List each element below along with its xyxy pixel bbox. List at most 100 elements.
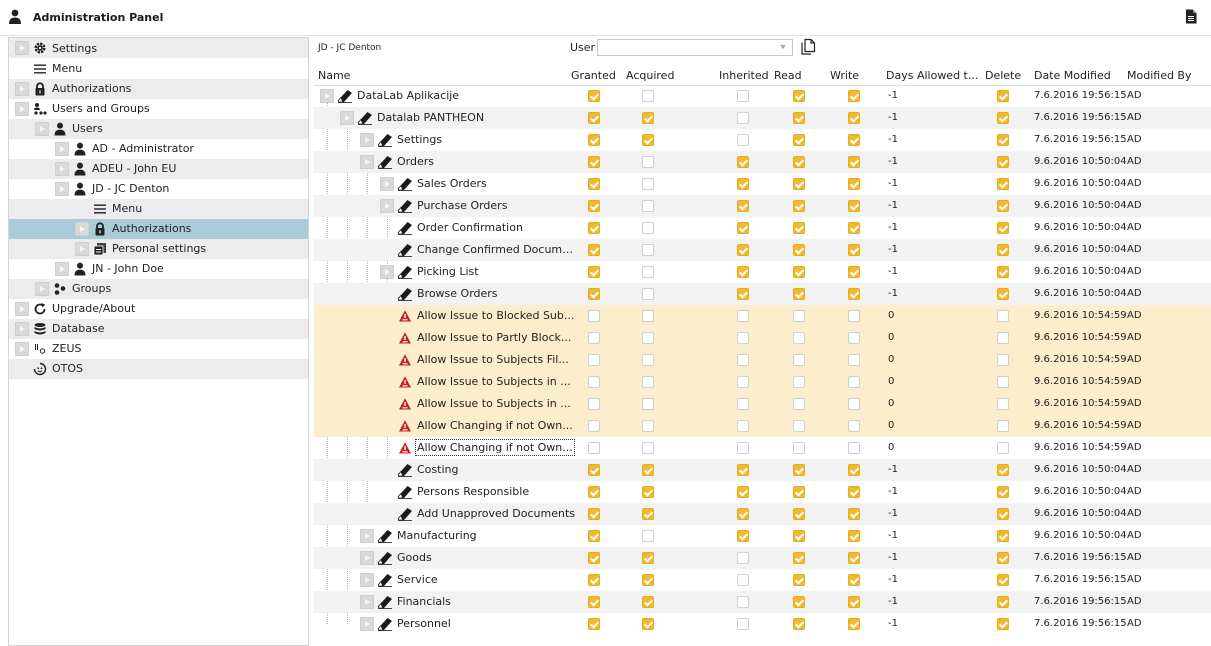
table-row[interactable]: Purchase Orders -1 9.6.2016 10:50:04 AD [314,195,1211,217]
acquired-checkbox[interactable] [642,354,654,366]
table-row[interactable]: Settings -1 7.6.2016 19:56:15 AD [314,129,1211,151]
expand-toggle-icon[interactable] [35,121,49,136]
expand-toggle-icon[interactable] [55,141,69,156]
column-header-days-allowed[interactable]: Days Allowed t... [886,69,978,82]
column-header-acquired[interactable]: Acquired [626,69,674,82]
delete-checkbox[interactable] [997,398,1009,410]
expand-toggle-icon[interactable] [15,81,29,96]
row-name[interactable]: Change Confirmed Docume... [417,243,575,256]
inherited-checkbox[interactable] [737,376,749,388]
inherited-checkbox[interactable] [737,156,749,168]
granted-checkbox[interactable] [588,442,600,454]
days-allowed-cell[interactable]: -1 [888,112,898,123]
row-name[interactable]: Service [397,573,438,586]
expand-toggle-icon[interactable] [15,321,29,336]
granted-checkbox[interactable] [588,332,600,344]
column-header-write[interactable]: Write [830,69,859,82]
expand-toggle-icon[interactable] [75,221,89,236]
granted-checkbox[interactable] [588,178,600,190]
read-checkbox[interactable] [793,552,805,564]
write-checkbox[interactable] [848,178,860,190]
write-checkbox[interactable] [848,442,860,454]
delete-checkbox[interactable] [997,618,1009,630]
read-checkbox[interactable] [793,530,805,542]
read-checkbox[interactable] [793,420,805,432]
expand-toggle-icon[interactable] [15,341,29,356]
granted-checkbox[interactable] [588,266,600,278]
table-row[interactable]: DataLab Aplikacije -1 7.6.2016 19:56:15 AD [314,85,1211,107]
tree-node[interactable]: Menu [9,59,308,79]
expand-toggle-icon[interactable] [380,199,394,213]
table-row[interactable]: Costing -1 9.6.2016 10:50:04 AD [314,459,1211,481]
granted-checkbox[interactable] [588,574,600,586]
tree-node[interactable]: AD - Administrator [9,139,308,159]
table-row[interactable]: Allow Issue to Blocked Sub... 0 9.6.2016 1… [314,305,1211,327]
table-row[interactable]: Personnel -1 7.6.2016 19:56:15 AD [314,613,1211,635]
expand-toggle-icon[interactable] [15,41,29,55]
delete-checkbox[interactable] [997,178,1009,190]
acquired-checkbox[interactable] [642,552,654,564]
acquired-checkbox[interactable] [642,244,654,256]
acquired-checkbox[interactable] [642,442,654,454]
row-name[interactable]: Orders [397,155,434,168]
granted-checkbox[interactable] [588,486,600,498]
inherited-checkbox[interactable] [737,90,749,102]
write-checkbox[interactable] [848,156,860,168]
granted-checkbox[interactable] [588,420,600,432]
column-header-modified-by[interactable]: Modified By [1127,69,1192,82]
row-name[interactable]: Personnel [397,617,451,630]
granted-checkbox[interactable] [588,618,600,630]
table-row[interactable]: Allow Issue to Subjects in ... 0 9.6.2016 … [314,393,1211,415]
delete-checkbox[interactable] [997,574,1009,586]
days-allowed-cell[interactable]: 0 [888,420,894,431]
column-header-delete[interactable]: Delete [985,69,1021,82]
acquired-checkbox[interactable] [642,420,654,432]
read-checkbox[interactable] [793,134,805,146]
acquired-checkbox[interactable] [642,486,654,498]
row-name[interactable]: Add Unapproved Documents [417,507,575,520]
write-checkbox[interactable] [848,618,860,630]
read-checkbox[interactable] [793,156,805,168]
delete-checkbox[interactable] [997,486,1009,498]
granted-checkbox[interactable] [588,156,600,168]
expand-toggle-icon[interactable] [360,573,374,587]
delete-checkbox[interactable] [997,112,1009,124]
days-allowed-cell[interactable]: -1 [888,596,898,607]
table-row[interactable]: Allow Issue to Partly Block... 0 9.6.2016 … [314,327,1211,349]
write-checkbox[interactable] [848,310,860,322]
table-row[interactable]: Goods -1 7.6.2016 19:56:15 AD [314,547,1211,569]
row-name[interactable]: Order Confirmation [417,221,523,234]
days-allowed-cell[interactable]: -1 [888,90,898,101]
inherited-checkbox[interactable] [737,508,749,520]
column-header-granted[interactable]: Granted [571,69,616,82]
inherited-checkbox[interactable] [737,486,749,498]
inherited-checkbox[interactable] [737,464,749,476]
tree-node[interactable]: ADEU - John EU [9,158,308,179]
inherited-checkbox[interactable] [737,398,749,410]
read-checkbox[interactable] [793,90,805,102]
days-allowed-cell[interactable]: 0 [888,442,894,453]
granted-checkbox[interactable] [588,200,600,212]
inherited-checkbox[interactable] [737,288,749,300]
inherited-checkbox[interactable] [737,354,749,366]
acquired-checkbox[interactable] [642,156,654,168]
table-row[interactable]: Allow Changing if not Own... 0 9.6.2016 10… [314,415,1211,437]
inherited-checkbox[interactable] [737,530,749,542]
write-checkbox[interactable] [848,222,860,234]
delete-checkbox[interactable] [997,354,1009,366]
write-checkbox[interactable] [848,244,860,256]
acquired-checkbox[interactable] [642,200,654,212]
acquired-checkbox[interactable] [642,530,654,542]
table-row[interactable]: Allow Issue to Subjects in ... 0 9.6.2016 … [314,371,1211,393]
row-name[interactable]: Manufacturing [397,529,477,542]
delete-checkbox[interactable] [997,266,1009,278]
row-name[interactable]: Sales Orders [417,177,487,190]
delete-checkbox[interactable] [997,310,1009,322]
column-header-date-modified[interactable]: Date Modified [1034,69,1111,82]
delete-checkbox[interactable] [997,90,1009,102]
write-checkbox[interactable] [848,332,860,344]
inherited-checkbox[interactable] [737,442,749,454]
row-name[interactable]: Allow Issue to Partly Block... [417,331,571,344]
delete-checkbox[interactable] [997,288,1009,300]
granted-checkbox[interactable] [588,222,600,234]
